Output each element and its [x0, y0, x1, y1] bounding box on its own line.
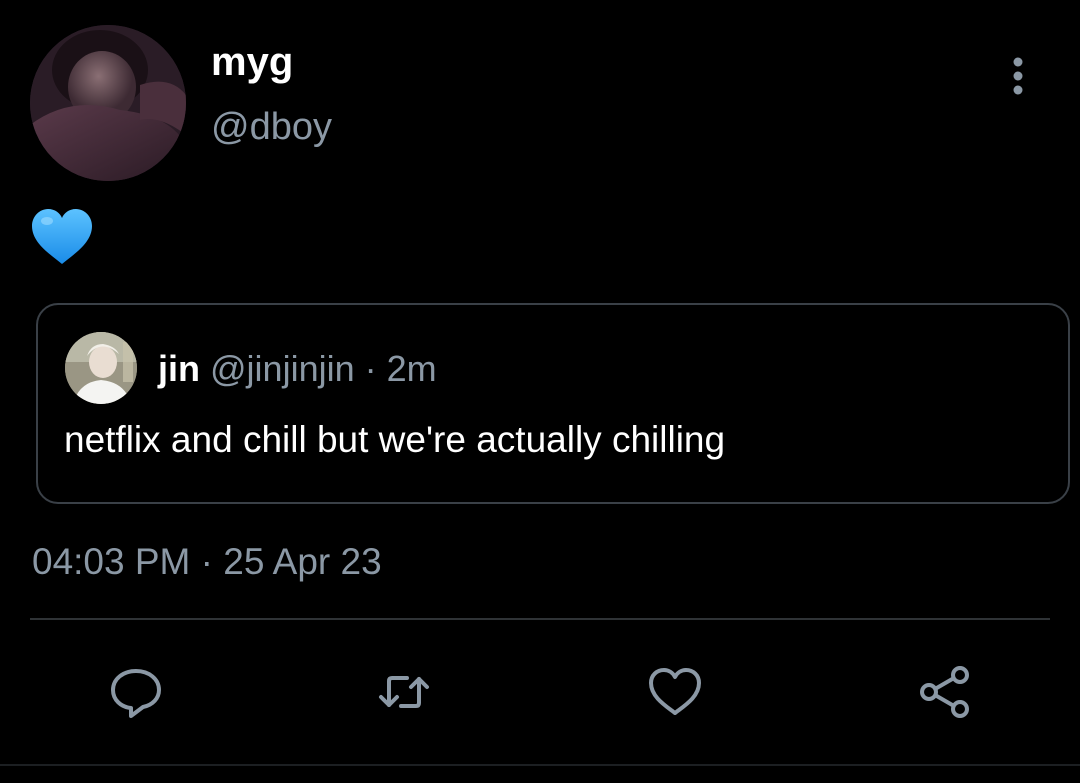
quoted-display-name[interactable]: jin	[158, 348, 200, 389]
like-button[interactable]	[643, 660, 707, 724]
blue-heart-emoji	[30, 207, 94, 267]
divider	[30, 618, 1050, 620]
share-icon	[920, 666, 969, 718]
bottom-divider	[0, 764, 1080, 766]
quoted-header: jin @jinjinjin · 2m	[158, 347, 437, 391]
share-button[interactable]	[913, 660, 977, 724]
reply-button[interactable]	[104, 660, 168, 724]
timestamp-date: 25 Apr 23	[223, 541, 382, 582]
retweet-icon	[379, 676, 429, 708]
quoted-tweet-card[interactable]: jin @jinjinjin · 2m netflix and chill bu…	[36, 303, 1070, 504]
retweet-button[interactable]	[372, 660, 436, 724]
quoted-author-avatar[interactable]	[65, 332, 137, 404]
more-vertical-icon	[1013, 57, 1023, 95]
author-display-name[interactable]: myg	[211, 38, 293, 86]
author-handle[interactable]: @dboy	[211, 103, 332, 151]
timestamp-separator: ·	[200, 541, 213, 582]
more-options-button[interactable]	[998, 54, 1038, 98]
quoted-time: 2m	[386, 348, 437, 389]
quoted-handle[interactable]: @jinjinjin	[210, 348, 355, 389]
reply-icon	[111, 669, 161, 718]
timestamp-time: 04:03 PM	[32, 541, 191, 582]
blue-heart-icon	[32, 209, 92, 264]
author-avatar-image	[30, 25, 186, 181]
quoted-separator: ·	[364, 348, 377, 389]
tweet-timestamp: 04:03 PM · 25 Apr 23	[32, 538, 382, 586]
quoted-avatar-image	[65, 332, 137, 404]
quoted-tweet-text: netflix and chill but we're actually chi…	[64, 419, 726, 460]
author-avatar[interactable]	[30, 25, 186, 181]
heart-icon	[649, 668, 701, 715]
